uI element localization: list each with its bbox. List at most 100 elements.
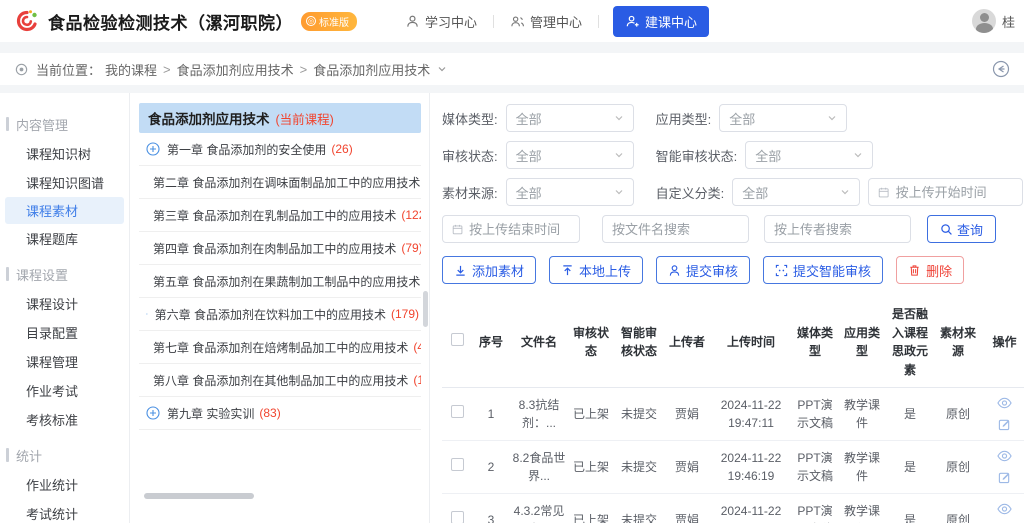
- chapter-item[interactable]: 第二章 食品添加剂在调味面制品加工中的应用技术 (61): [139, 166, 421, 199]
- current-course-header[interactable]: 食品添加剂应用技术 (当前课程): [139, 103, 421, 133]
- chapter-item[interactable]: 第四章 食品添加剂在肉制品加工中的应用技术 (79): [139, 232, 421, 265]
- delete-button[interactable]: 删除: [896, 256, 964, 284]
- chapter-label: 第六章 食品添加剂在饮料加工中的应用技术: [155, 306, 386, 323]
- sidebar-item[interactable]: 课程知识图谱: [0, 168, 129, 197]
- nav-course-building-center-button[interactable]: 建课中心: [613, 6, 709, 37]
- back-button[interactable]: [992, 60, 1010, 78]
- course-building-icon: [625, 14, 640, 29]
- select-all-checkbox[interactable]: [451, 333, 464, 346]
- filename-search-field[interactable]: [612, 222, 739, 237]
- chapter-item[interactable]: 第八章 食品添加剂在其他制品加工中的应用技术 (114): [139, 364, 421, 397]
- row-checkbox[interactable]: [451, 511, 464, 523]
- row-filename[interactable]: 4.3.2常见水...: [510, 494, 568, 523]
- chapter-label: 第二章 食品添加剂在调味面制品加工中的应用技术: [153, 174, 420, 191]
- sidebar-item[interactable]: 考核标准: [0, 405, 129, 434]
- uploader-search-input[interactable]: [764, 215, 911, 243]
- local-upload-button[interactable]: 本地上传: [549, 256, 643, 284]
- custom-category-select[interactable]: 全部: [732, 178, 860, 206]
- sidebar-item[interactable]: 课程题库: [0, 224, 129, 253]
- media-type-select[interactable]: 全部: [506, 104, 634, 132]
- ai-review-status-label: 智能审核状态:: [656, 146, 738, 165]
- submit-ai-review-button[interactable]: 提交智能审核: [763, 256, 883, 284]
- view-eye-icon[interactable]: [997, 397, 1012, 409]
- delete-label: 删除: [926, 261, 952, 280]
- breadcrumb-item-current[interactable]: 食品添加剂应用技术: [313, 60, 430, 79]
- row-no: 3: [472, 494, 510, 523]
- chapter-list: 第一章 食品添加剂的安全使用 (26) 第二章 食品添加剂在调味面制品加工中的应…: [139, 133, 421, 430]
- upload-end-time-field[interactable]: [469, 222, 570, 237]
- nav-learning-center[interactable]: 学习中心: [399, 12, 483, 31]
- vertical-scrollbar-thumb[interactable]: [423, 291, 428, 327]
- sidebar-item[interactable]: 课程管理: [0, 347, 129, 376]
- submit-review-label: 提交审核: [686, 261, 738, 280]
- user-area[interactable]: 桂: [972, 9, 1016, 33]
- sidebar-section-title: 统计: [0, 440, 129, 470]
- nav-management-center[interactable]: 管理中心: [504, 12, 588, 31]
- sidebar-item[interactable]: 课程素材: [5, 197, 124, 224]
- submit-ai-review-label: 提交智能审核: [793, 261, 871, 280]
- ai-review-status-select[interactable]: 全部: [745, 141, 873, 169]
- upload-end-time-input[interactable]: [442, 215, 580, 243]
- upload-start-time-field[interactable]: [896, 185, 1014, 200]
- user-avatar[interactable]: [972, 9, 996, 33]
- review-status-select[interactable]: 全部: [506, 141, 634, 169]
- app-logo-icon: [14, 8, 40, 34]
- row-checkbox[interactable]: [451, 405, 464, 418]
- sidebar-item[interactable]: 作业统计: [0, 470, 129, 499]
- col-review-status: 审核状态: [568, 297, 614, 388]
- chapter-item[interactable]: 第三章 食品添加剂在乳制品加工中的应用技术 (122): [139, 199, 421, 232]
- sidebar-item[interactable]: 考试统计: [0, 499, 129, 523]
- filter-row-4: 查询: [442, 215, 1024, 243]
- edit-icon[interactable]: [998, 471, 1011, 484]
- sidebar-item[interactable]: 作业考试: [0, 376, 129, 405]
- material-source-select[interactable]: 全部: [506, 178, 634, 206]
- upload-date: 2024-11-22: [712, 396, 790, 414]
- row-ai-review-status: 未提交: [614, 441, 664, 494]
- uploader-search-field[interactable]: [774, 222, 901, 237]
- sidebar-item[interactable]: 课程设计: [0, 289, 129, 318]
- breadcrumb-item-my-courses[interactable]: 我的课程: [105, 60, 157, 79]
- chapter-item[interactable]: 第九章 实验实训 (83): [139, 397, 421, 430]
- chapter-label: 第一章 食品添加剂的安全使用: [167, 141, 326, 158]
- expand-plus-icon[interactable]: [146, 142, 160, 156]
- header-nav: 学习中心 管理中心 建课中心: [399, 6, 709, 37]
- row-filename[interactable]: 8.2食品世界...: [510, 441, 568, 494]
- horizontal-scrollbar-thumb[interactable]: [144, 493, 254, 499]
- search-button[interactable]: 查询: [927, 215, 996, 243]
- sidebar-item[interactable]: 目录配置: [0, 318, 129, 347]
- submit-review-button[interactable]: 提交审核: [656, 256, 750, 284]
- breadcrumb-item-course[interactable]: 食品添加剂应用技术: [177, 60, 294, 79]
- app-type-select[interactable]: 全部: [719, 104, 847, 132]
- chapter-item[interactable]: 第一章 食品添加剂的安全使用 (26): [139, 133, 421, 166]
- row-checkbox[interactable]: [451, 458, 464, 471]
- chapter-item[interactable]: 第七章 食品添加剂在焙烤制品加工中的应用技术 (49): [139, 331, 421, 364]
- expand-plus-icon[interactable]: [146, 307, 148, 321]
- add-material-button[interactable]: 添加素材: [442, 256, 536, 284]
- section-title-label: 内容管理: [16, 115, 68, 134]
- view-eye-icon[interactable]: [997, 503, 1012, 515]
- ai-scan-icon: [775, 264, 788, 277]
- sidebar-items-course-settings: 课程设计目录配置课程管理作业考试考核标准: [0, 289, 129, 434]
- upload-start-time-input[interactable]: [868, 178, 1023, 206]
- chapter-count: (49): [413, 340, 421, 354]
- sidebar-item[interactable]: 课程知识树: [0, 139, 129, 168]
- chapter-item[interactable]: 第五章 食品添加剂在果蔬制加工制品中的应用技术 (76): [139, 265, 421, 298]
- badge-label: 标准版: [319, 14, 349, 29]
- chevron-down-icon[interactable]: [437, 64, 447, 74]
- version-badge: ◎ 标准版: [301, 12, 357, 31]
- expand-plus-icon[interactable]: [146, 406, 160, 420]
- chapter-count: (179): [391, 307, 419, 321]
- app-type-label: 应用类型:: [656, 109, 712, 128]
- location-icon: [14, 62, 29, 77]
- current-course-tag: (当前课程): [276, 109, 334, 128]
- user-name: 桂: [1002, 12, 1016, 31]
- row-filename[interactable]: 8.3抗结剂：...: [510, 388, 568, 441]
- chapter-item[interactable]: 第六章 食品添加剂在饮料加工中的应用技术 (179): [139, 298, 421, 331]
- chapter-label: 第三章 食品添加剂在乳制品加工中的应用技术: [153, 207, 396, 224]
- page: 食品检验检测技术（漯河职院） ◎ 标准版 学习中心 管理中心 建课中心 桂: [0, 0, 1024, 523]
- filename-search-input[interactable]: [602, 215, 749, 243]
- chapter-count: (83): [259, 406, 280, 420]
- chevron-down-icon: [614, 187, 624, 197]
- view-eye-icon[interactable]: [997, 450, 1012, 462]
- edit-icon[interactable]: [998, 418, 1011, 431]
